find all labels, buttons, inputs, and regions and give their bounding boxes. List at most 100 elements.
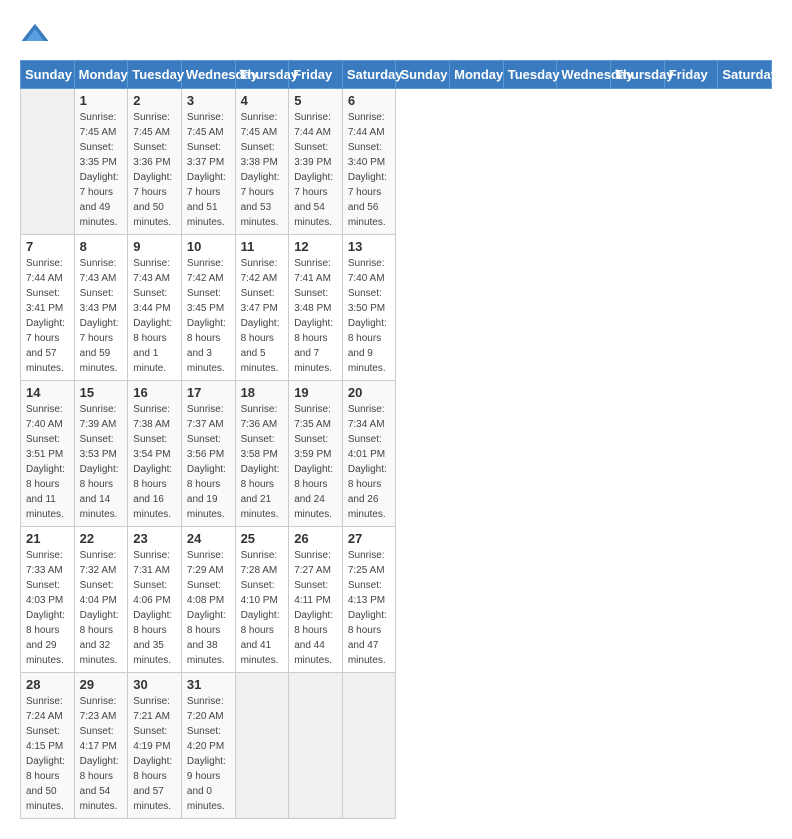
day-info: Sunrise: 7:34 AMSunset: 4:01 PMDaylight:…	[348, 402, 391, 522]
day-number: 17	[187, 385, 230, 400]
day-number: 4	[241, 93, 284, 108]
day-info: Sunrise: 7:45 AMSunset: 3:35 PMDaylight:…	[80, 110, 123, 230]
calendar-cell: 10Sunrise: 7:42 AMSunset: 3:45 PMDayligh…	[181, 235, 235, 381]
calendar-cell: 15 Sunrise: 7:39 AMSunset: 3:53 PMDayligh…	[74, 381, 128, 527]
calendar-cell: 22 Sunrise: 7:32 AMSunset: 4:04 PMDayligh…	[74, 527, 128, 673]
day-number: 13	[348, 239, 391, 254]
day-info: Sunrise: 7:20 AMSunset: 4:20 PMDaylight:…	[187, 694, 230, 814]
day-info: Sunrise: 7:43 AMSunset: 3:44 PMDaylight:…	[133, 256, 176, 376]
day-info: Sunrise: 7:44 AMSunset: 3:41 PMDaylight:…	[26, 256, 69, 376]
calendar-cell: 17Sunrise: 7:37 AMSunset: 3:56 PMDayligh…	[181, 381, 235, 527]
header-wednesday: Wednesday	[181, 61, 235, 89]
day-info: Sunrise: 7:44 AMSunset: 3:40 PMDaylight:…	[348, 110, 391, 230]
day-number: 16	[133, 385, 176, 400]
calendar-cell: 5 Sunrise: 7:44 AMSunset: 3:39 PMDaylight…	[289, 89, 343, 235]
header-day-monday: Monday	[450, 61, 504, 89]
header-monday: Monday	[74, 61, 128, 89]
header-saturday: Saturday	[342, 61, 396, 89]
day-info: Sunrise: 7:38 AMSunset: 3:54 PMDaylight:…	[133, 402, 176, 522]
day-number: 22	[80, 531, 123, 546]
header-thursday: Thursday	[235, 61, 289, 89]
calendar-week-2: 7 Sunrise: 7:44 AMSunset: 3:41 PMDaylight…	[21, 235, 772, 381]
day-number: 1	[80, 93, 123, 108]
calendar-cell: 25 Sunrise: 7:28 AMSunset: 4:10 PMDayligh…	[235, 527, 289, 673]
header-day-thursday: Thursday	[611, 61, 665, 89]
calendar-cell	[21, 89, 75, 235]
calendar-cell: 1 Sunrise: 7:45 AMSunset: 3:35 PMDaylight…	[74, 89, 128, 235]
calendar-cell: 12 Sunrise: 7:41 AMSunset: 3:48 PMDayligh…	[289, 235, 343, 381]
calendar-cell: 9 Sunrise: 7:43 AMSunset: 3:44 PMDaylight…	[128, 235, 182, 381]
calendar-cell: 29Sunrise: 7:23 AMSunset: 4:17 PMDayligh…	[74, 673, 128, 819]
header-day-saturday: Saturday	[718, 61, 772, 89]
day-info: Sunrise: 7:21 AMSunset: 4:19 PMDaylight:…	[133, 694, 176, 814]
day-info: Sunrise: 7:41 AMSunset: 3:48 PMDaylight:…	[294, 256, 337, 376]
day-number: 9	[133, 239, 176, 254]
calendar-header-row: SundayMondayTuesdayWednesdayThursdayFrid…	[21, 61, 772, 89]
day-info: Sunrise: 7:42 AMSunset: 3:47 PMDaylight:…	[241, 256, 284, 376]
logo	[20, 20, 54, 50]
day-info: Sunrise: 7:24 AMSunset: 4:15 PMDaylight:…	[26, 694, 69, 814]
header-day-friday: Friday	[664, 61, 718, 89]
day-info: Sunrise: 7:45 AMSunset: 3:36 PMDaylight:…	[133, 110, 176, 230]
day-number: 7	[26, 239, 69, 254]
calendar-cell: 16 Sunrise: 7:38 AMSunset: 3:54 PMDayligh…	[128, 381, 182, 527]
calendar-cell: 8Sunrise: 7:43 AMSunset: 3:43 PMDaylight…	[74, 235, 128, 381]
calendar-cell: 18 Sunrise: 7:36 AMSunset: 3:58 PMDayligh…	[235, 381, 289, 527]
calendar-cell: 6 Sunrise: 7:44 AMSunset: 3:40 PMDaylight…	[342, 89, 396, 235]
day-number: 11	[241, 239, 284, 254]
day-info: Sunrise: 7:40 AMSunset: 3:50 PMDaylight:…	[348, 256, 391, 376]
day-number: 19	[294, 385, 337, 400]
day-info: Sunrise: 7:29 AMSunset: 4:08 PMDaylight:…	[187, 548, 230, 668]
calendar-week-3: 14 Sunrise: 7:40 AMSunset: 3:51 PMDayligh…	[21, 381, 772, 527]
day-number: 8	[80, 239, 123, 254]
day-number: 6	[348, 93, 391, 108]
day-number: 20	[348, 385, 391, 400]
calendar-cell: 23 Sunrise: 7:31 AMSunset: 4:06 PMDayligh…	[128, 527, 182, 673]
calendar-cell: 31 Sunrise: 7:20 AMSunset: 4:20 PMDayligh…	[181, 673, 235, 819]
day-number: 25	[241, 531, 284, 546]
day-number: 23	[133, 531, 176, 546]
calendar-cell: 27Sunrise: 7:25 AMSunset: 4:13 PMDayligh…	[342, 527, 396, 673]
day-number: 28	[26, 677, 69, 692]
calendar-cell	[342, 673, 396, 819]
day-number: 15	[80, 385, 123, 400]
day-number: 14	[26, 385, 69, 400]
calendar-cell: 19 Sunrise: 7:35 AMSunset: 3:59 PMDayligh…	[289, 381, 343, 527]
day-number: 12	[294, 239, 337, 254]
calendar-cell: 13 Sunrise: 7:40 AMSunset: 3:50 PMDayligh…	[342, 235, 396, 381]
calendar-cell: 14 Sunrise: 7:40 AMSunset: 3:51 PMDayligh…	[21, 381, 75, 527]
day-number: 21	[26, 531, 69, 546]
day-number: 31	[187, 677, 230, 692]
calendar-cell: 21 Sunrise: 7:33 AMSunset: 4:03 PMDayligh…	[21, 527, 75, 673]
calendar-week-1: 1 Sunrise: 7:45 AMSunset: 3:35 PMDaylight…	[21, 89, 772, 235]
day-info: Sunrise: 7:40 AMSunset: 3:51 PMDaylight:…	[26, 402, 69, 522]
calendar-cell: 11 Sunrise: 7:42 AMSunset: 3:47 PMDayligh…	[235, 235, 289, 381]
calendar-cell: 26Sunrise: 7:27 AMSunset: 4:11 PMDayligh…	[289, 527, 343, 673]
day-info: Sunrise: 7:39 AMSunset: 3:53 PMDaylight:…	[80, 402, 123, 522]
day-info: Sunrise: 7:36 AMSunset: 3:58 PMDaylight:…	[241, 402, 284, 522]
header-day-wednesday: Wednesday	[557, 61, 611, 89]
calendar-cell: 4Sunrise: 7:45 AMSunset: 3:38 PMDaylight…	[235, 89, 289, 235]
page-header	[20, 20, 772, 50]
day-info: Sunrise: 7:33 AMSunset: 4:03 PMDaylight:…	[26, 548, 69, 668]
calendar-week-5: 28 Sunrise: 7:24 AMSunset: 4:15 PMDayligh…	[21, 673, 772, 819]
day-info: Sunrise: 7:28 AMSunset: 4:10 PMDaylight:…	[241, 548, 284, 668]
day-number: 10	[187, 239, 230, 254]
day-info: Sunrise: 7:32 AMSunset: 4:04 PMDaylight:…	[80, 548, 123, 668]
calendar-cell: 3Sunrise: 7:45 AMSunset: 3:37 PMDaylight…	[181, 89, 235, 235]
day-info: Sunrise: 7:31 AMSunset: 4:06 PMDaylight:…	[133, 548, 176, 668]
day-info: Sunrise: 7:35 AMSunset: 3:59 PMDaylight:…	[294, 402, 337, 522]
day-number: 5	[294, 93, 337, 108]
day-info: Sunrise: 7:25 AMSunset: 4:13 PMDaylight:…	[348, 548, 391, 668]
header-day-sunday: Sunday	[396, 61, 450, 89]
day-info: Sunrise: 7:45 AMSunset: 3:37 PMDaylight:…	[187, 110, 230, 230]
header-day-tuesday: Tuesday	[503, 61, 557, 89]
calendar-cell: 24Sunrise: 7:29 AMSunset: 4:08 PMDayligh…	[181, 527, 235, 673]
day-number: 30	[133, 677, 176, 692]
calendar-cell	[289, 673, 343, 819]
header-sunday: Sunday	[21, 61, 75, 89]
day-info: Sunrise: 7:44 AMSunset: 3:39 PMDaylight:…	[294, 110, 337, 230]
calendar-cell: 2Sunrise: 7:45 AMSunset: 3:36 PMDaylight…	[128, 89, 182, 235]
header-tuesday: Tuesday	[128, 61, 182, 89]
day-number: 18	[241, 385, 284, 400]
